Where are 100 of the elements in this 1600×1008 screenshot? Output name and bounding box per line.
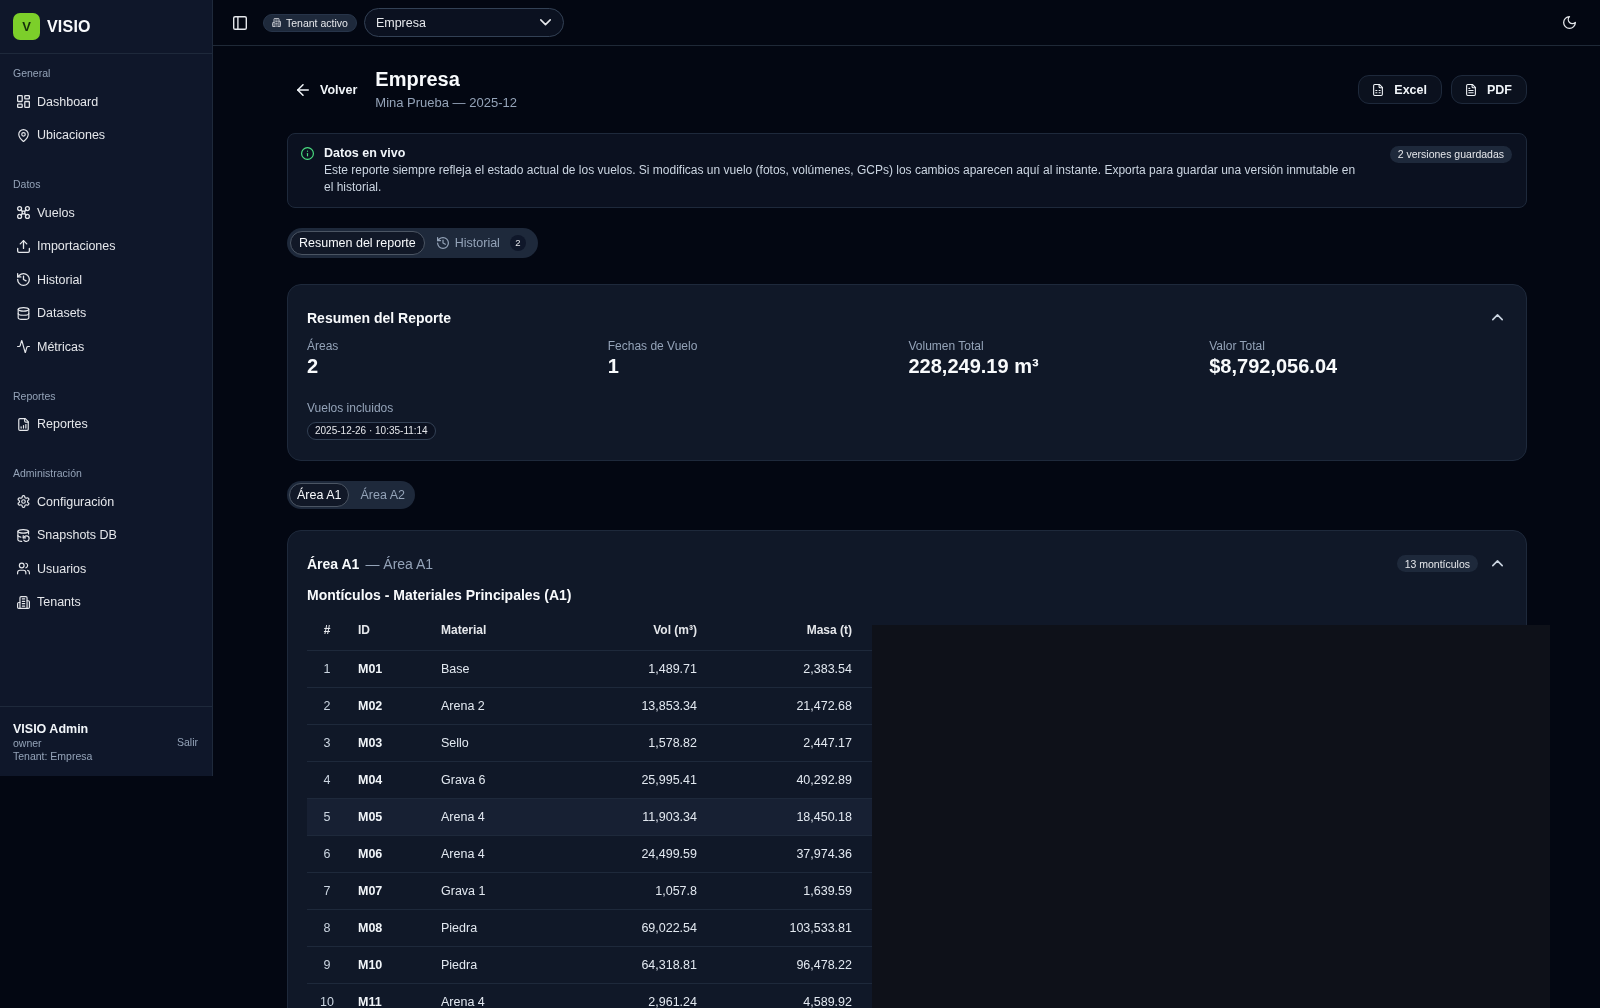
building-icon <box>17 595 30 609</box>
nav-section-label: Reportes <box>12 388 57 403</box>
tab[interactable]: Resumen del reporte <box>290 230 425 255</box>
table-cell-text: 6 <box>322 846 332 861</box>
area-title: Área A1 <box>307 555 360 572</box>
table-cell-text: 8 <box>322 920 332 935</box>
table-cell-text: 103,533.81 <box>788 920 853 935</box>
mound-count-badge: 13 montículos <box>1396 555 1478 572</box>
nav-item[interactable]: Configuración <box>9 485 203 519</box>
nav-section-label: Administración <box>12 466 83 480</box>
table-cell-text: 10 <box>319 994 335 1008</box>
nav-item[interactable]: Importaciones <box>9 229 203 263</box>
table-cell-text: M04 <box>357 772 384 787</box>
page-subtitle: Mina Prueba — 2025-12 <box>375 94 518 112</box>
stat-value: 1 <box>607 353 620 378</box>
user-tenant: Tenant: Empresa <box>13 750 93 763</box>
table-cell-text: Arena 2 <box>440 698 486 713</box>
nav-item[interactable]: Ubicaciones <box>9 118 203 152</box>
back-button[interactable]: Volver <box>287 76 368 103</box>
page-title: Empresa <box>375 67 461 91</box>
table-cell-text: 2,447.17 <box>802 735 853 750</box>
nav-item[interactable]: Datasets <box>9 296 203 330</box>
table-cell-text: 2,383.54 <box>802 661 853 676</box>
stat-label: Valor Total <box>1209 337 1266 354</box>
table-cell-text: Arena 4 <box>440 846 486 861</box>
table-cell-text: 11,903.34 <box>641 809 698 824</box>
moon-icon <box>1563 16 1576 29</box>
nav-section-label: General <box>12 66 52 80</box>
nav-item[interactable]: Historial <box>9 263 203 297</box>
table-cell-text: 13,853.34 <box>640 698 698 713</box>
sidebar-toggle-button[interactable] <box>233 15 247 30</box>
table-cell-text: Arena 4 <box>440 809 486 824</box>
user-role: owner <box>13 737 43 750</box>
card-title: Resumen del Reporte <box>307 308 451 327</box>
table-title: Montículos - Materiales Principales (A1) <box>307 585 573 604</box>
nav-item[interactable]: Reportes <box>9 407 203 441</box>
export-button[interactable]: PDF <box>1451 75 1527 104</box>
table-cell-text: Piedra <box>440 920 479 935</box>
table-cell-text: M03 <box>357 735 384 750</box>
table-cell-text: M08 <box>357 920 384 935</box>
saved-versions-badge: 2 versiones guardadas <box>1389 145 1512 163</box>
table-cell-text: Grava 6 <box>440 772 487 787</box>
spreadsheet-file-icon <box>1372 83 1385 96</box>
building-icon <box>272 18 281 27</box>
table-cell-text: Grava 1 <box>440 883 487 898</box>
collapse-button[interactable] <box>1492 314 1503 321</box>
chevron-up-icon <box>1492 314 1503 321</box>
chevron-down-icon <box>539 19 551 26</box>
table-cell-text: Arena 4 <box>440 994 486 1008</box>
nav-section-label: Datos <box>12 177 42 191</box>
tab[interactable]: Área A2 <box>352 482 413 507</box>
table-cell-text: 1,578.82 <box>647 735 698 750</box>
export-button[interactable]: Excel <box>1358 75 1442 104</box>
table-cell-text: 2,961.24 <box>647 994 698 1008</box>
theme-toggle-button[interactable] <box>1563 16 1576 29</box>
logo-mark: V <box>13 13 40 40</box>
tab[interactable]: Historial 2 <box>427 230 535 255</box>
settings-icon <box>17 495 30 509</box>
table-cell-text: 37,974.36 <box>795 846 853 861</box>
table-cell-text: 64,318.81 <box>640 957 698 972</box>
nav-item[interactable]: Métricas <box>9 330 203 364</box>
upload-icon <box>17 239 30 253</box>
table-cell-text: 3 <box>322 735 332 750</box>
table-cell-text: 4 <box>322 772 332 787</box>
info-icon <box>301 146 314 160</box>
logout-link[interactable]: Salir <box>177 736 198 748</box>
history-icon <box>436 236 449 249</box>
tenant-select[interactable]: Empresa <box>363 8 564 37</box>
table-cell-text: M07 <box>357 883 384 898</box>
banner-text: Este reporte siempre refleja el estado actual de los vuelos. Si modificas un vuelo (fotos, volúmenes, GCPs) los cambios aparecen aquí al instante. Exporta para guardar una versión inmutable en el historial. <box>324 161 1357 196</box>
count-badge: 2 <box>509 234 526 251</box>
database-restore-icon <box>17 528 30 542</box>
table-cell-text: 4,589.92 <box>802 994 853 1008</box>
stat-value: $8,792,056.04 <box>1209 353 1339 378</box>
drone-icon <box>17 206 30 220</box>
nav-item[interactable]: Tenants <box>9 585 203 619</box>
table-cell-text: M11 <box>357 994 383 1008</box>
stat-value: 228,249.19 m³ <box>908 353 1040 378</box>
table-cell-text: 5 <box>322 809 332 824</box>
column-header: ID <box>357 623 371 637</box>
table-cell-text: Piedra <box>440 957 479 972</box>
column-header: Masa (t) <box>805 623 853 637</box>
nav-item[interactable]: Vuelos <box>9 196 203 230</box>
nav-item[interactable]: Dashboard <box>9 85 203 119</box>
document-chart-icon <box>17 417 30 431</box>
nav-item[interactable]: Usuarios <box>9 552 203 586</box>
table-cell-text: 40,292.89 <box>795 772 853 787</box>
table-cell-text: 1,639.59 <box>802 883 853 898</box>
table-cell-text: M10 <box>357 957 384 972</box>
table-cell-text: Base <box>440 661 471 676</box>
tab[interactable]: Área A1 <box>289 482 350 507</box>
table-cell-text: 24,499.59 <box>640 846 698 861</box>
column-header: Vol (m³) <box>652 623 698 637</box>
nav-item[interactable]: Snapshots DB <box>9 518 203 552</box>
table-cell-text: Sello <box>440 735 470 750</box>
collapse-button[interactable] <box>1492 560 1503 567</box>
table-cell-text: M01 <box>357 661 384 676</box>
chevron-up-icon <box>1492 560 1503 567</box>
column-header: # <box>322 623 332 637</box>
user-name: VISIO Admin <box>13 721 90 737</box>
